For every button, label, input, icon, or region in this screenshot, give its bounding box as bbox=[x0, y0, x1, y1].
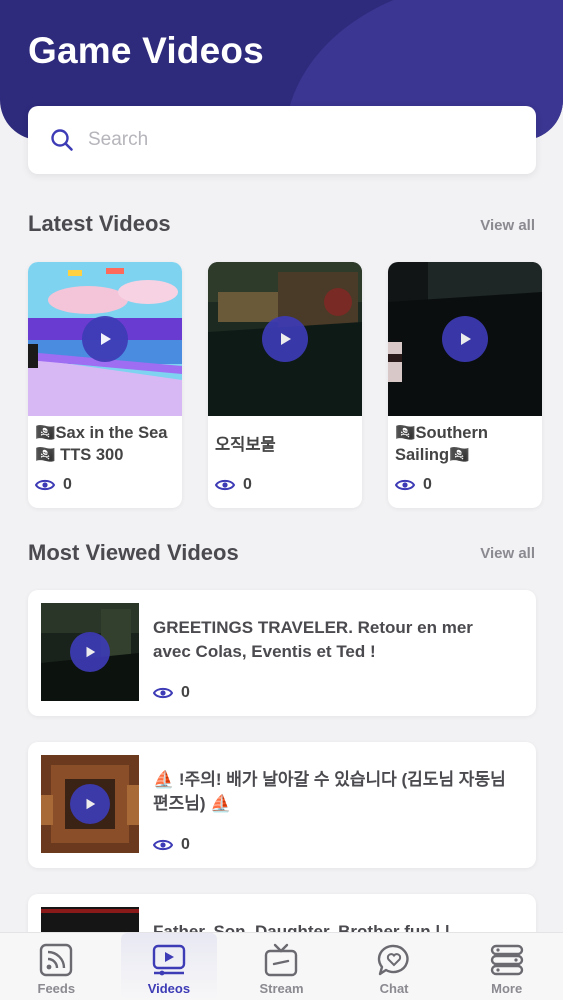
page-title: Game Videos bbox=[28, 30, 264, 71]
tab-label: Stream bbox=[259, 981, 304, 996]
view-count-value: 0 bbox=[423, 476, 432, 493]
latest-view-all-link[interactable]: View all bbox=[480, 217, 535, 234]
tab-feeds[interactable]: Feeds bbox=[0, 933, 113, 1000]
video-title: GREETINGS TRAVELER. Retour en mer avec C… bbox=[153, 618, 473, 661]
more-icon bbox=[490, 944, 523, 976]
view-count-value: 0 bbox=[181, 684, 190, 701]
latest-video-card[interactable]: 🏴‍☠️Southern Sailing🏴‍☠️ bbox=[388, 262, 542, 508]
latest-video-card[interactable]: 오직보물 bbox=[208, 262, 362, 508]
video-title: ⛵ !주의! 배가 날아갈 수 있습니다 (김도님 자동님 편즈님) ⛵ bbox=[153, 770, 506, 813]
play-icon[interactable] bbox=[442, 316, 488, 362]
most-viewed-view-all-link[interactable]: View all bbox=[480, 545, 535, 562]
eye-icon bbox=[395, 479, 415, 491]
view-count-value: 0 bbox=[181, 836, 190, 853]
latest-video-card[interactable]: 🏴‍☠️Sax in the Sea🏴‍☠️ TTS 300 bbox=[28, 262, 182, 508]
view-count-value: 0 bbox=[63, 476, 72, 493]
video-thumbnail bbox=[388, 262, 542, 416]
view-count: 0 bbox=[153, 836, 190, 854]
search-icon bbox=[51, 129, 73, 151]
most-viewed-video-card[interactable]: ⛵ !주의! 배가 날아갈 수 있습니다 (김도님 자동님 편즈님) ⛵ 0 bbox=[28, 742, 536, 868]
tab-label: More bbox=[491, 981, 523, 996]
view-count: 0 bbox=[395, 476, 432, 494]
tab-label: Chat bbox=[379, 981, 409, 996]
play-icon[interactable] bbox=[262, 316, 308, 362]
video-title: 오직보물 bbox=[215, 436, 276, 454]
play-icon[interactable] bbox=[70, 632, 110, 672]
feeds-icon bbox=[40, 943, 73, 977]
view-count: 0 bbox=[153, 684, 190, 702]
video-thumbnail bbox=[208, 262, 362, 416]
tab-label: Feeds bbox=[37, 981, 76, 996]
play-icon[interactable] bbox=[70, 784, 110, 824]
eye-icon bbox=[215, 479, 235, 491]
search-input[interactable] bbox=[88, 129, 488, 151]
latest-videos-title: Latest Videos bbox=[28, 211, 171, 236]
video-thumbnail bbox=[28, 262, 182, 416]
video-thumbnail bbox=[41, 603, 139, 701]
view-count: 0 bbox=[215, 476, 252, 494]
eye-icon bbox=[153, 839, 173, 851]
search-bar[interactable] bbox=[28, 106, 536, 174]
tab-videos[interactable]: Videos bbox=[113, 933, 226, 1000]
eye-icon bbox=[35, 479, 55, 491]
most-viewed-video-card[interactable]: GREETINGS TRAVELER. Retour en mer avec C… bbox=[28, 590, 536, 716]
video-title: 🏴‍☠️Sax in the Sea🏴‍☠️ TTS 300 bbox=[35, 424, 168, 464]
eye-icon bbox=[153, 687, 173, 699]
tab-label: Videos bbox=[147, 981, 191, 996]
tab-more[interactable]: More bbox=[450, 933, 563, 1000]
play-icon[interactable] bbox=[82, 316, 128, 362]
view-count-value: 0 bbox=[243, 476, 252, 493]
view-count: 0 bbox=[35, 476, 72, 494]
chat-icon bbox=[377, 944, 409, 976]
video-title: 🏴‍☠️Southern Sailing🏴‍☠️ bbox=[395, 424, 488, 464]
stream-icon bbox=[265, 943, 298, 977]
tab-stream[interactable]: Stream bbox=[225, 933, 338, 1000]
bottom-tab-bar: Feeds Videos Stream Chat More bbox=[0, 932, 563, 1000]
tab-chat[interactable]: Chat bbox=[338, 933, 451, 1000]
videos-icon bbox=[152, 944, 186, 976]
most-viewed-title: Most Viewed Videos bbox=[28, 540, 239, 565]
video-thumbnail bbox=[41, 755, 139, 853]
